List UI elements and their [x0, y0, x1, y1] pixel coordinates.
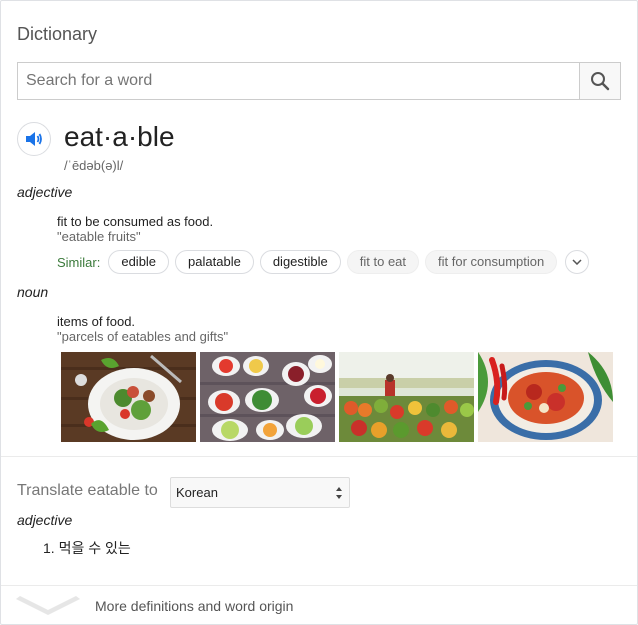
similar-chip[interactable]: palatable	[175, 250, 254, 274]
vegetable-market-image[interactable]	[339, 352, 474, 442]
phonetic: /ˈēdəb(ə)l/	[64, 158, 124, 173]
divider	[1, 456, 637, 457]
salad-plate-image[interactable]	[61, 352, 196, 442]
expand-similar-button[interactable]	[565, 250, 590, 274]
translation-part-of-speech: adjective	[17, 512, 73, 528]
example: "eatable fruits"	[57, 229, 141, 244]
dictionary-card: Dictionary eat·a·ble /ˈēdəb(ə)l/ adjecti…	[0, 0, 638, 625]
selected-language: Korean	[176, 485, 218, 500]
divider	[1, 585, 637, 586]
definition: fit to be consumed as food.	[57, 214, 214, 229]
headword: eat·a·ble	[64, 121, 175, 152]
pronounce-button[interactable]	[17, 122, 51, 156]
chili-noodle-bowl-image[interactable]	[478, 352, 613, 442]
fruit-bowls-image[interactable]	[200, 352, 335, 442]
chevron-down-icon[interactable]	[15, 594, 81, 616]
definition: items of food.	[57, 314, 136, 329]
similar-chip[interactable]: fit for consumption	[425, 250, 558, 274]
similar-words: Similar: edible palatable digestible fit…	[57, 250, 590, 274]
more-definitions-link[interactable]: More definitions and word origin	[95, 598, 293, 614]
similar-chip[interactable]: fit to eat	[346, 250, 420, 274]
part-of-speech-noun: noun	[17, 284, 49, 300]
speaker-icon	[26, 132, 42, 146]
similar-label: Similar:	[57, 254, 101, 270]
card-title: Dictionary	[17, 24, 98, 44]
translation-item: 1. 먹을 수 있는	[43, 540, 131, 556]
search-icon	[591, 72, 610, 91]
example: "parcels of eatables and gifts"	[57, 329, 229, 344]
image-strip	[61, 352, 613, 442]
search-input[interactable]	[18, 63, 579, 99]
language-select[interactable]: Korean	[170, 477, 350, 508]
search-button[interactable]	[579, 63, 620, 99]
search-box	[17, 62, 621, 100]
chevron-down-icon	[572, 259, 582, 265]
select-arrows-icon	[336, 487, 342, 499]
translate-label: Translate eatable to	[17, 482, 158, 499]
similar-chip[interactable]: digestible	[259, 250, 341, 274]
part-of-speech-adjective: adjective	[17, 184, 73, 200]
similar-chip[interactable]: edible	[108, 250, 170, 274]
